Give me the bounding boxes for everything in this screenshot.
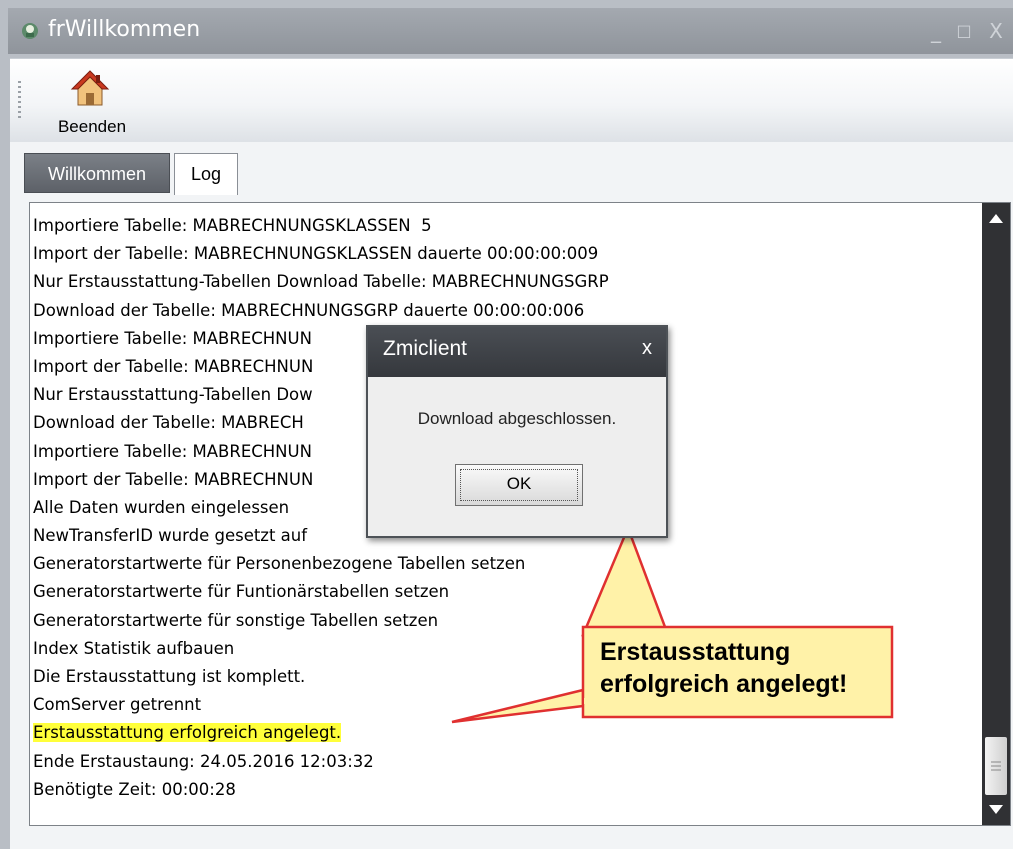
vertical-scrollbar[interactable] (982, 203, 1010, 825)
tab-log[interactable]: Log (174, 153, 238, 197)
log-line-text: Download der Tabelle: MABRECHNUNGSGRP da… (33, 300, 585, 320)
dialog-message: Download abgeschlossen. (417, 409, 617, 428)
dialog-title-bar[interactable]: Zmiclient x (368, 327, 666, 377)
scroll-down-icon[interactable] (982, 795, 1010, 825)
toolbar: Beenden (10, 58, 1013, 143)
callout-line-1: Erstausstattung (600, 638, 791, 666)
log-line-text: Importiere Tabelle: MABRECHNUN (33, 441, 312, 461)
app-icon (22, 23, 38, 39)
focus-rect (460, 469, 578, 501)
scroll-thumb[interactable] (985, 737, 1007, 795)
log-line: Importiere Tabelle: MABRECHNUNGSKLASSEN … (33, 212, 963, 240)
log-line-text: Index Statistik aufbauen (33, 638, 235, 658)
ok-button[interactable]: OK (455, 464, 583, 506)
maximize-button[interactable]: □ (953, 20, 975, 42)
window-title: frWillkommen (48, 17, 201, 42)
tab-willkommen[interactable]: Willkommen (24, 153, 170, 193)
log-line-text: Ende Erstaustaung: 24.05.2016 12:03:32 (33, 751, 374, 771)
grip-icon (991, 761, 1001, 771)
log-line: Erstausstattung erfolgreich angelegt. (33, 719, 963, 747)
callout-text: Erstausstattung erfolgreich angelegt! (600, 636, 900, 700)
log-line-text: Die Erstausstattung ist komplett. (33, 667, 306, 686)
log-line-text: Generatorstartwerte für Funtionärstabell… (33, 582, 450, 602)
log-line-text: ComServer getrennt (33, 695, 202, 715)
log-line-text: Import der Tabelle: MABRECHNUNGSKLASSEN … (33, 244, 599, 264)
log-line: Ende Erstaustaung: 24.05.2016 12:03:32 (33, 748, 963, 776)
log-line: Generatorstartwerte für Personenbezogene… (33, 550, 963, 578)
log-line: Generatorstartwerte für Funtionärstabell… (33, 578, 963, 606)
log-line-text: Benötigte Zeit: 00:00:28 (33, 779, 236, 799)
log-line: Generatorstartwerte für sonstige Tabelle… (33, 607, 963, 635)
dialog-title: Zmiclient (383, 337, 468, 360)
log-line-text: Generatorstartwerte für sonstige Tabelle… (33, 610, 439, 630)
log-line-text: NewTransferID wurde gesetzt auf (33, 526, 308, 546)
exit-button[interactable]: Beenden (30, 63, 154, 139)
log-line: Nur Erstausstattung-Tabellen Download Ta… (33, 268, 963, 296)
log-line-text: Alle Daten wurden eingelessen (33, 497, 290, 517)
close-button[interactable]: X (985, 20, 1007, 42)
tab-strip: Willkommen Log (10, 142, 1013, 197)
log-line-text: Nur Erstausstattung-Tabellen Download Ta… (33, 272, 609, 292)
exit-label: Beenden (57, 117, 127, 136)
log-line-text: Importiere Tabelle: MABRECHNUNGSKLASSEN … (33, 216, 432, 235)
title-bar[interactable]: frWillkommen _ □ X (8, 8, 1013, 54)
main-window: frWillkommen _ □ X Beenden Willkommen Lo… (0, 0, 1013, 849)
log-line-text: Import der Tabelle: MABRECHNUN (33, 356, 314, 376)
log-line: Benötigte Zeit: 00:00:28 (33, 776, 963, 804)
minimize-button[interactable]: _ (925, 20, 947, 42)
log-line-text: Importiere Tabelle: MABRECHNUN (33, 328, 312, 348)
scroll-up-icon[interactable] (982, 203, 1010, 233)
house-icon (70, 70, 110, 106)
log-line-text: Import der Tabelle: MABRECHNUN (33, 469, 314, 489)
toolbar-grip[interactable] (18, 81, 21, 119)
log-line-text: Generatorstartwerte für Personenbezogene… (33, 554, 526, 574)
callout-line-2: erfolgreich angelegt! (600, 670, 848, 698)
log-line: Import der Tabelle: MABRECHNUNGSKLASSEN … (33, 240, 963, 268)
log-line-text: Erstausstattung erfolgreich angelegt. (33, 723, 342, 743)
message-dialog: Zmiclient x Download abgeschlossen. OK (366, 325, 668, 538)
dialog-close-button[interactable]: x (642, 337, 652, 360)
log-line: Download der Tabelle: MABRECHNUNGSGRP da… (33, 297, 963, 325)
